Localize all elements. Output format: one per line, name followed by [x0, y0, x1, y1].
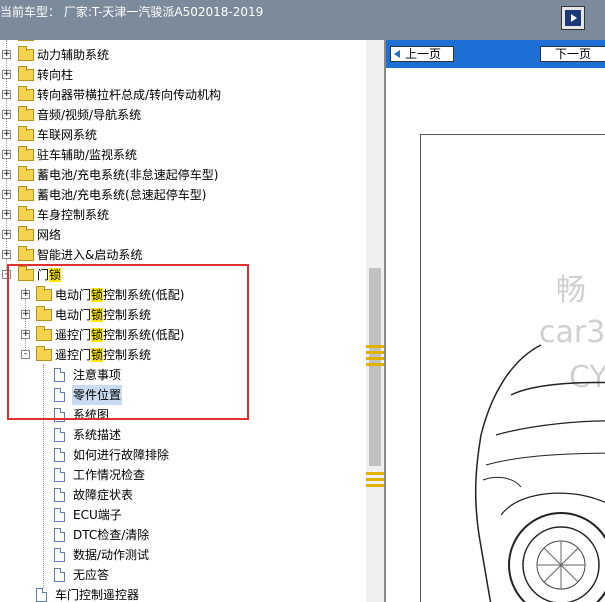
tree-folder[interactable]: + 音频/视频/导航系统: [0, 105, 360, 125]
tree-doc[interactable]: 故障症状表: [0, 485, 360, 505]
folder-icon: [18, 226, 34, 241]
tree-folder[interactable]: + 蓄电池/充电系统(怠速起停车型): [0, 185, 360, 205]
document-icon: [54, 528, 65, 542]
folder-icon: [18, 166, 34, 181]
tree-item-label: 转向器带横拉杆总成/转向传动机构: [37, 88, 222, 102]
current-vehicle-label: 当前车型： 厂家:T-天津一汽骏派A502018-2019: [0, 5, 264, 19]
folder-icon: [18, 106, 34, 121]
expand-icon[interactable]: +: [2, 170, 11, 179]
tree-doc[interactable]: DTC检查/清除: [0, 525, 360, 545]
folder-icon: [18, 86, 34, 101]
folder-icon: [18, 246, 34, 261]
folder-icon: [18, 66, 34, 81]
expand-icon[interactable]: +: [2, 150, 11, 159]
document-icon: [36, 588, 47, 602]
search-hit-marker: [366, 472, 384, 475]
tree-item-label: 车身控制系统: [37, 208, 110, 222]
tree-item-label: 智能进入&启动系统: [37, 248, 143, 262]
tree-item-label: 如何进行故障排除: [73, 448, 170, 462]
tree-doc[interactable]: 系统描述: [0, 425, 360, 445]
document-icon: [54, 508, 65, 522]
tree-folder[interactable]: + 车身控制系统: [0, 205, 360, 225]
folder-icon: [18, 46, 34, 61]
tree-doc[interactable]: 无应答: [0, 565, 360, 585]
search-hit-marker: [366, 484, 384, 487]
scrollbar-thumb[interactable]: [369, 268, 381, 466]
tree-doc[interactable]: 如何进行故障排除: [0, 445, 360, 465]
expand-icon[interactable]: +: [2, 90, 11, 99]
tree-item-label: 转向柱: [37, 68, 74, 82]
document-icon: [54, 448, 65, 462]
tree-folder[interactable]: + 蓄电池/充电系统(非怠速起停车型): [0, 165, 360, 185]
tree-folder[interactable]: + 车联网系统: [0, 125, 360, 145]
search-hit-marker: [366, 363, 384, 366]
document-toolbar: 上一页 下一页: [386, 40, 605, 68]
tree-item-label: 故障症状表: [73, 488, 134, 502]
folder-icon: [18, 126, 34, 141]
tree-item-label: 车门控制遥控器: [55, 588, 140, 602]
folder-icon: [18, 146, 34, 161]
tree-scrollbar[interactable]: [366, 40, 384, 602]
tree-folder[interactable]: + 驻车辅助/监视系统: [0, 145, 360, 165]
annotation-highlight-box: [7, 264, 249, 420]
document-viewer: 上一页 下一页 畅 car38 CY: [386, 40, 605, 602]
tree-doc[interactable]: 数据/动作测试: [0, 545, 360, 565]
vehicle-line-drawing: [474, 344, 605, 602]
tree-item-label: 蓄电池/充电系统(非怠速起停车型): [37, 168, 219, 182]
expand-icon[interactable]: +: [2, 250, 11, 259]
search-hit-marker: [366, 351, 384, 354]
manual-page: 畅 car38 CY: [420, 134, 605, 602]
top-bar: 当前车型： 厂家:T-天津一汽骏派A502018-2019: [0, 0, 605, 40]
document-icon: [54, 488, 65, 502]
tree-item-label: 工作情况检查: [73, 468, 146, 482]
document-icon: [54, 568, 65, 582]
tree-doc[interactable]: ECU端子: [0, 505, 360, 525]
tree-folder[interactable]: + 转向柱: [0, 65, 360, 85]
next-page-label: 下一页: [555, 47, 592, 61]
expand-icon[interactable]: +: [2, 110, 11, 119]
expand-icon[interactable]: +: [2, 130, 11, 139]
expand-icon[interactable]: +: [2, 210, 11, 219]
document-icon: [54, 548, 65, 562]
expand-icon[interactable]: +: [2, 50, 11, 59]
search-hit-marker: [366, 345, 384, 348]
next-page-button[interactable]: 下一页: [540, 46, 605, 62]
prev-page-label: 上一页: [405, 47, 442, 61]
tree-item-label: 动力辅助系统: [37, 48, 110, 62]
expand-icon[interactable]: +: [2, 230, 11, 239]
tree-folder[interactable]: + 网络: [0, 225, 360, 245]
tree-item-label: 蓄电池/充电系统(怠速起停车型): [37, 188, 207, 202]
panel-toggle-icon: [565, 10, 581, 26]
folder-icon: [18, 206, 34, 221]
search-hit-marker: [366, 478, 384, 481]
tree-item-label: DTC检查/清除: [73, 528, 150, 542]
tree-item-label: 系统描述: [73, 428, 122, 442]
expand-icon[interactable]: +: [2, 70, 11, 79]
folder-icon: [18, 40, 34, 41]
tree-item-label: ECU端子: [73, 508, 122, 522]
document-icon: [54, 468, 65, 482]
tree-item-label: 音频/视频/导航系统: [37, 108, 142, 122]
tree-item-label: 无应答: [73, 568, 110, 582]
tree-folder[interactable]: + 动力辅助系统: [0, 45, 360, 65]
left-arrow-icon: [394, 50, 400, 58]
panel-toggle-button[interactable]: [561, 6, 585, 30]
tree-item-label: 数据/动作测试: [73, 548, 150, 562]
tree-folder[interactable]: + 智能进入&启动系统: [0, 245, 360, 265]
tree-item-label: 网络: [37, 228, 62, 242]
tree-folder[interactable]: + 转向器带横拉杆总成/转向传动机构: [0, 85, 360, 105]
search-hit-marker: [366, 357, 384, 360]
tree-doc[interactable]: 工作情况检查: [0, 465, 360, 485]
document-icon: [54, 428, 65, 442]
tree-item-label: 驻车辅助/监视系统: [37, 148, 138, 162]
tree-item-label: 车联网系统: [37, 128, 98, 142]
prev-page-button[interactable]: 上一页: [390, 46, 454, 62]
expand-icon[interactable]: +: [2, 190, 11, 199]
folder-icon: [18, 186, 34, 201]
tree-doc[interactable]: 车门控制遥控器: [0, 585, 360, 602]
